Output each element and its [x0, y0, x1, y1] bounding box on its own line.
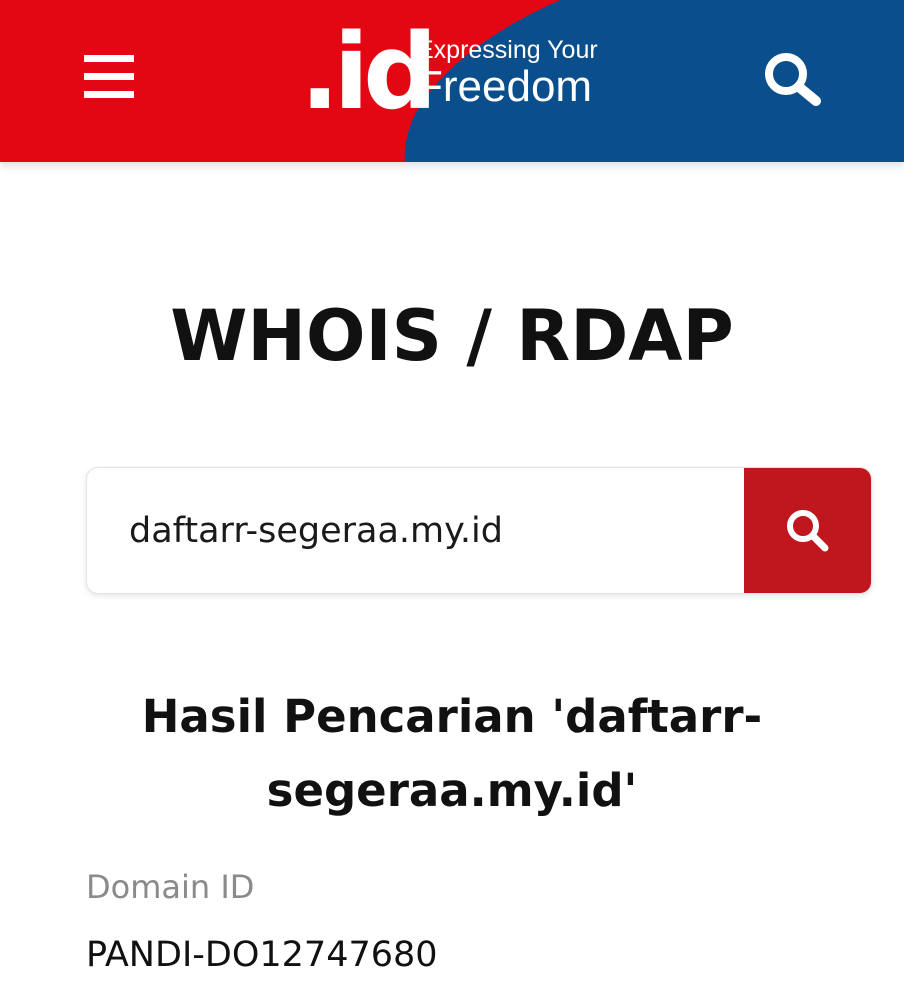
search-submit-button[interactable] — [744, 468, 871, 593]
menu-button[interactable] — [84, 55, 134, 99]
site-header: .id Expressing Your Freedom — [0, 0, 904, 162]
search-icon — [765, 53, 821, 106]
domain-id-label: Domain ID — [86, 868, 255, 906]
whois-search-form — [86, 467, 872, 594]
header-search-button[interactable] — [762, 50, 824, 106]
hamburger-icon — [84, 55, 134, 62]
search-icon — [787, 510, 829, 552]
logo-tagline-top: Expressing Your — [417, 36, 598, 64]
site-logo[interactable]: .id Expressing Your Freedom — [300, 20, 600, 126]
domain-search-input[interactable] — [87, 468, 744, 593]
logo-tagline-bottom: Freedom — [416, 62, 593, 111]
page-title: WHOIS / RDAP — [170, 295, 734, 377]
domain-id-value: PANDI-DO12747680 — [86, 935, 438, 975]
logo-mark: .id — [300, 11, 438, 133]
result-title: Hasil Pencarian 'daftarr-segeraa.my.id' — [141, 690, 763, 817]
